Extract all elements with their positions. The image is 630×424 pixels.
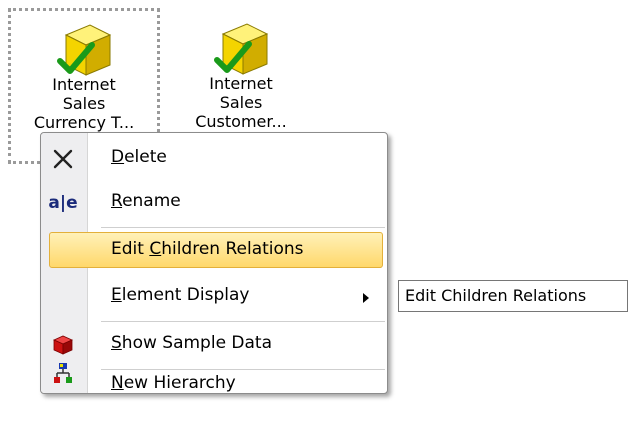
cube-check-icon	[214, 23, 269, 75]
menu-item-label: Delete	[111, 147, 167, 167]
menu-separator	[101, 321, 385, 322]
cube-check-icon	[57, 24, 112, 76]
rename-icon-glyph: a|e	[48, 193, 78, 213]
desktop-item-label: Internet Sales Currency T...	[33, 75, 135, 132]
menu-item-label: Edit Children Relations	[111, 239, 304, 259]
menu-item-delete[interactable]: Delete	[41, 137, 387, 181]
hierarchy-icon	[49, 359, 77, 387]
menu-item-new-hierarchy[interactable]: New Hierarchy	[41, 347, 387, 393]
tooltip: Edit Children Relations	[398, 280, 628, 312]
submenu-arrow-icon	[363, 293, 369, 303]
menu-item-label: Rename	[111, 191, 181, 211]
menu-separator	[101, 227, 385, 228]
menu-item-rename[interactable]: a|e Rename	[41, 181, 387, 225]
menu-item-edit-children-relations[interactable]: Edit Children Relations	[41, 229, 387, 273]
menu-item-label: Element Display	[111, 285, 250, 305]
menu-item-label: New Hierarchy	[111, 373, 236, 393]
desktop-item-label: Internet Sales Customer...	[195, 74, 287, 131]
menu-item-element-display[interactable]: Element Display	[41, 275, 387, 319]
delete-x-icon	[49, 145, 77, 173]
rename-icon: a|e	[48, 189, 78, 217]
context-menu: Delete a|e Rename Edit Children Relation…	[40, 132, 388, 394]
